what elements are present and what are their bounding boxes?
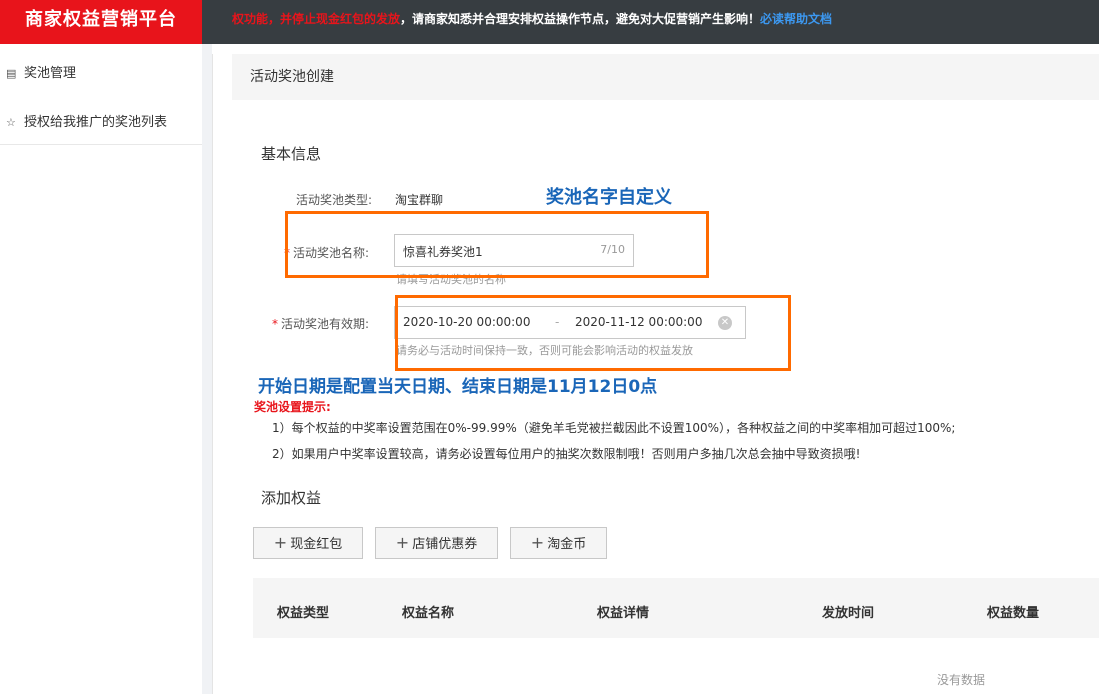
annotation-box-date <box>395 295 791 371</box>
brand-logo[interactable]: 商家权益营销平台 <box>0 0 202 44</box>
sidebar-item-prize-pool[interactable]: ▤ 奖池管理 <box>6 62 76 81</box>
add-taojinbi-button[interactable]: + 淘金币 <box>510 527 607 559</box>
page-title: 活动奖池创建 <box>250 69 334 85</box>
col-issue-time: 发放时间 <box>822 606 875 621</box>
required-mark: * <box>272 317 278 331</box>
pin-icon: ☆ <box>6 116 16 129</box>
help-doc-link[interactable]: 必读帮助文档 <box>760 12 832 26</box>
sidebar-item-authorized-pools[interactable]: ☆ 授权给我推广的奖池列表 <box>6 111 167 130</box>
rights-table-header <box>253 578 1099 638</box>
notice-text: ，请商家知悉并合理安排权益操作节点，避免对大促营销产生影响！ <box>400 12 761 26</box>
tips-title: 奖池设置提示: <box>254 400 331 414</box>
notice-red-text: 权功能，并停止现金红包的发放 <box>232 12 401 26</box>
col-rights-type: 权益类型 <box>277 606 330 621</box>
tip-line-1: 1）每个权益的中奖率设置范围在0%-99.99%（避免羊毛党被拦截因此不设置10… <box>272 421 956 435</box>
add-cash-redpacket-button[interactable]: + 现金红包 <box>253 527 363 559</box>
annotation-name-note: 奖池名字自定义 <box>546 187 672 208</box>
add-shop-coupon-button[interactable]: + 店铺优惠券 <box>375 527 498 559</box>
content-gutter-inner <box>212 54 232 694</box>
button-label: 现金红包 <box>290 537 343 552</box>
plus-icon: + <box>530 533 545 552</box>
col-rights-quantity: 权益数量 <box>987 606 1040 621</box>
pool-type-label: 活动奖池类型: <box>296 193 373 207</box>
empty-state: 没有数据 <box>937 673 986 687</box>
plus-icon: + <box>273 533 288 552</box>
col-rights-detail: 权益详情 <box>597 606 650 621</box>
col-rights-name: 权益名称 <box>402 606 455 621</box>
tip-line-2: 2）如果用户中奖率设置较高，请务必设置每位用户的抽奖次数限制哦！否则用户多抽几次… <box>272 447 861 461</box>
basic-info-title: 基本信息 <box>261 145 322 163</box>
add-rights-title: 添加权益 <box>261 489 322 507</box>
plus-icon: + <box>395 533 410 552</box>
content-gutter <box>202 44 212 694</box>
pool-period-label-text: 活动奖池有效期: <box>281 317 370 331</box>
page-header <box>232 54 1099 100</box>
notice-banner: 权功能，并停止现金红包的发放，请商家知悉并合理安排权益操作节点，避免对大促营销产… <box>232 0 832 40</box>
button-label: 淘金币 <box>547 537 587 552</box>
calendar-icon: ▤ <box>6 67 17 80</box>
sidebar-item-label: 授权给我推广的奖池列表 <box>24 115 168 130</box>
annotation-box-name <box>285 211 709 278</box>
sidebar-item-label: 奖池管理 <box>24 66 77 81</box>
button-label: 店铺优惠券 <box>412 537 478 552</box>
sidebar <box>0 44 202 694</box>
pool-type-value: 淘宝群聊 <box>395 193 444 207</box>
pool-period-label: * 活动奖池有效期: <box>272 315 369 332</box>
annotation-date-note: 开始日期是配置当天日期、结束日期是11月12日0点 <box>258 377 658 397</box>
